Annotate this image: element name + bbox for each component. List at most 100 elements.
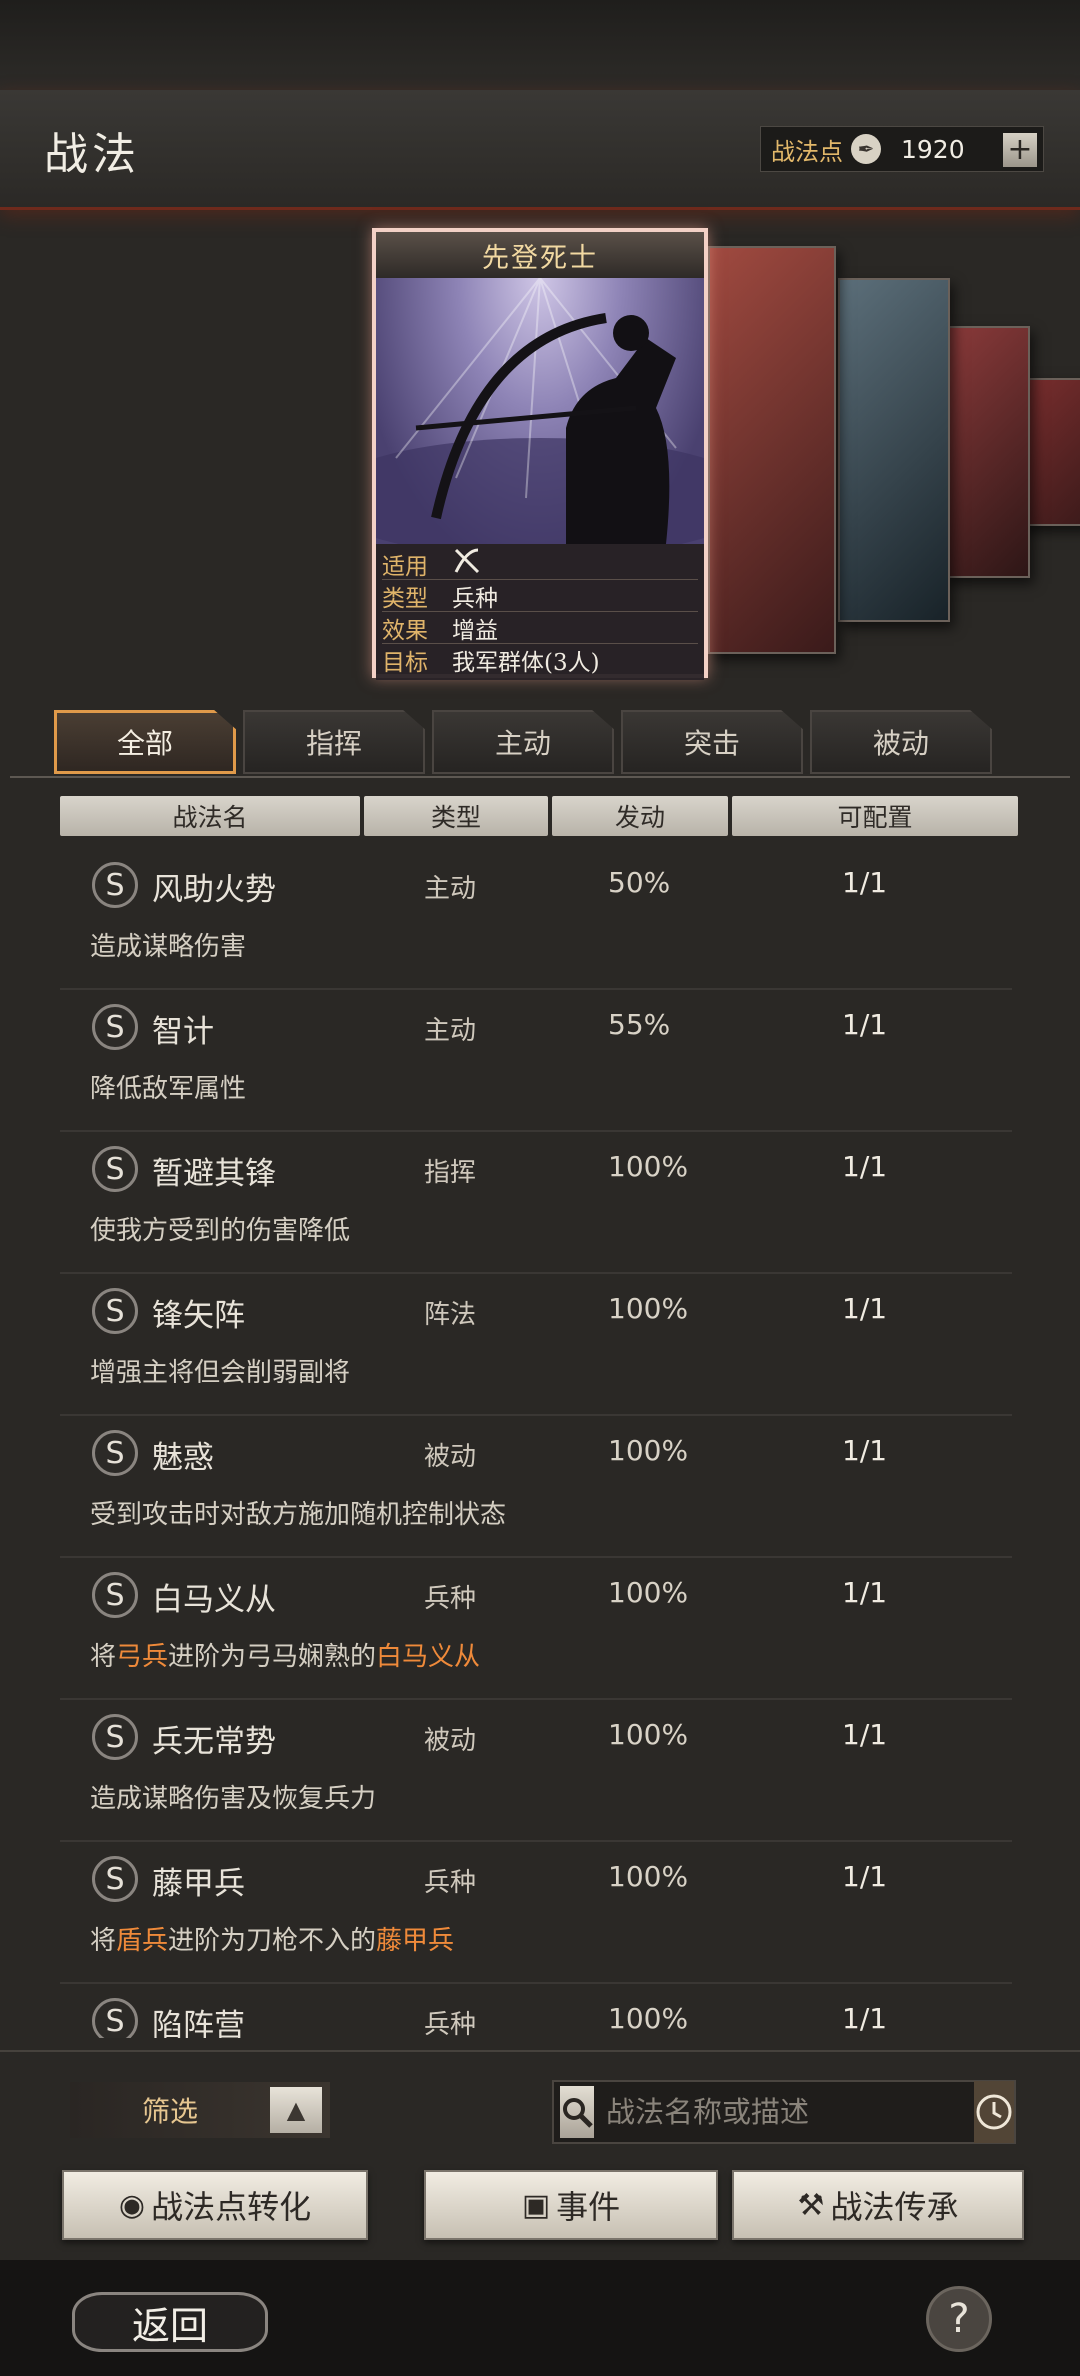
tactic-name: 风助火势 <box>152 872 276 908</box>
tactic-row[interactable]: S 智计 主动 55% 1/1 降低敌军属性 <box>60 990 1012 1132</box>
card-stack: 先登死士 适用 类型 兵种 效果 增益 目标 我军群体(3人) <box>0 220 1080 690</box>
info-key: 效果 <box>382 617 428 644</box>
tab-assault[interactable]: 突击 <box>621 710 803 774</box>
archer-silhouette <box>376 278 704 544</box>
divider <box>0 2050 1080 2052</box>
header: 战法 战法点 ✒ 1920 + <box>0 90 1080 210</box>
column-header-slots[interactable]: 可配置 <box>732 796 1018 836</box>
tactic-name: 暂避其锋 <box>152 1156 276 1192</box>
back-card[interactable] <box>944 326 1030 578</box>
tactic-row[interactable]: S 兵无常势 被动 100% 1/1 造成谋略伤害及恢复兵力 <box>60 1700 1012 1842</box>
tactic-row[interactable]: S 暂避其锋 指挥 100% 1/1 使我方受到的伤害降低 <box>60 1132 1012 1274</box>
tactic-row[interactable]: S 白马义从 兵种 100% 1/1 将弓兵进阶为弓马娴熟的白马义从 <box>60 1558 1012 1700</box>
grade-badge: S <box>92 1004 138 1050</box>
clock-icon[interactable] <box>974 2081 1014 2143</box>
filter-control[interactable]: 筛选 ▲ <box>70 2082 330 2138</box>
tactic-rate: 100% <box>608 1150 689 1183</box>
search-input[interactable] <box>594 2086 974 2138</box>
info-value: 兵种 <box>452 585 498 612</box>
tab-all[interactable]: 全部 <box>54 710 236 774</box>
triangle-up-icon[interactable]: ▲ <box>270 2087 322 2133</box>
tactic-rate: 100% <box>608 1718 689 1751</box>
card-artwork <box>376 278 704 544</box>
tactic-slots: 1/1 <box>842 1150 888 1183</box>
search-box <box>552 2080 1016 2144</box>
info-key: 类型 <box>382 585 428 612</box>
divider <box>10 776 1070 778</box>
back-card[interactable] <box>708 246 836 654</box>
page-title: 战法 <box>44 129 140 180</box>
description-text: 进阶为弓马娴熟的 <box>168 1642 377 1672</box>
description-highlight: 盾兵 <box>116 1926 169 1956</box>
back-card[interactable] <box>838 278 950 622</box>
tactic-description: 受到攻击时对敌方施加随机控制状态 <box>90 1494 506 1531</box>
tactic-slots: 1/1 <box>842 1860 888 1893</box>
column-header-rate[interactable]: 发动 <box>552 796 728 836</box>
description-text: 使我方受到的伤害降低 <box>90 1216 351 1246</box>
notice-icon: ▣ <box>521 2187 551 2223</box>
tactic-slots: 1/1 <box>842 1292 888 1325</box>
grade-badge: S <box>92 1572 138 1618</box>
tactic-rate: 100% <box>608 1576 689 1609</box>
tactic-description: 造成谋略伤害 <box>90 926 246 963</box>
column-header-name[interactable]: 战法名 <box>60 796 360 836</box>
convert-points-button[interactable]: ◉ 战法点转化 <box>62 2170 368 2240</box>
tab-active[interactable]: 主动 <box>432 710 614 774</box>
footer: 返回 ? <box>0 2260 1080 2376</box>
help-button[interactable]: ? <box>926 2286 992 2352</box>
tactic-type: 阵法 <box>424 1300 477 1330</box>
tactic-row[interactable]: S 锋矢阵 阵法 100% 1/1 增强主将但会削弱副将 <box>60 1274 1012 1416</box>
points-label: 战法点 <box>771 137 843 166</box>
add-points-button[interactable]: + <box>1003 133 1037 167</box>
description-text: 将 <box>90 1926 117 1956</box>
convert-label: 战法点转化 <box>151 2188 312 2226</box>
crossed-bow-icon <box>452 546 482 582</box>
grade-badge: S <box>92 1714 138 1760</box>
tactic-row[interactable]: S 藤甲兵 兵种 100% 1/1 将盾兵进阶为刀枪不入的藤甲兵 <box>60 1842 1012 1984</box>
description-highlight: 弓兵 <box>116 1642 169 1672</box>
tactic-type: 被动 <box>424 1726 477 1756</box>
category-tabs: 全部 指挥 主动 突击 被动 <box>54 710 1004 776</box>
tactic-description: 增强主将但会削弱副将 <box>90 1352 350 1389</box>
tactic-row[interactable]: S 魅惑 被动 100% 1/1 受到攻击时对敌方施加随机控制状态 <box>60 1416 1012 1558</box>
tactic-type: 兵种 <box>424 1584 477 1614</box>
tactic-name: 锋矢阵 <box>152 1298 245 1334</box>
description-text: 造成谋略伤害及恢复兵力 <box>90 1784 377 1814</box>
feather-icon: ✒ <box>851 134 881 164</box>
tactic-type: 主动 <box>424 1016 477 1046</box>
featured-tactic-card[interactable]: 先登死士 适用 类型 兵种 效果 增益 目标 我军群体(3人) <box>372 228 708 680</box>
tactic-list[interactable]: S 风助火势 主动 50% 1/1 造成谋略伤害 S 智计 主动 55% 1/1… <box>60 848 1012 2038</box>
tab-command[interactable]: 指挥 <box>243 710 425 774</box>
tactic-slots: 1/1 <box>842 1576 888 1609</box>
tactic-description: 造成谋略伤害及恢复兵力 <box>90 1778 376 1815</box>
tactic-row[interactable]: S 陷阵营 兵种 100% 1/1 <box>60 1984 1012 2038</box>
column-header-type[interactable]: 类型 <box>364 796 548 836</box>
tactic-description: 降低敌军属性 <box>90 1068 246 1105</box>
info-row-applies: 适用 <box>382 548 698 580</box>
top-decoration <box>0 0 1080 90</box>
tactic-type: 兵种 <box>424 2010 477 2038</box>
tactic-type: 主动 <box>424 874 477 904</box>
tactic-row[interactable]: S 风助火势 主动 50% 1/1 造成谋略伤害 <box>60 848 1012 990</box>
inherit-button[interactable]: ⚒ 战法传承 <box>732 2170 1024 2240</box>
tactic-slots: 1/1 <box>842 1008 888 1041</box>
description-text: 造成谋略伤害 <box>90 932 247 962</box>
tab-passive[interactable]: 被动 <box>810 710 992 774</box>
tactic-name: 智计 <box>152 1014 214 1050</box>
tactic-name: 陷阵营 <box>152 2008 245 2038</box>
tactic-description: 将盾兵进阶为刀枪不入的藤甲兵 <box>90 1920 454 1957</box>
tactic-points-box: 战法点 ✒ 1920 + <box>760 126 1044 172</box>
tactic-slots: 1/1 <box>842 2002 888 2035</box>
tactic-rate: 50% <box>608 866 671 899</box>
description-text: 进阶为刀枪不入的 <box>168 1926 377 1956</box>
magnifier-icon[interactable] <box>560 2086 594 2138</box>
card-title: 先登死士 <box>376 232 704 278</box>
grade-badge: S <box>92 1856 138 1902</box>
tactic-name: 白马义从 <box>152 1582 276 1618</box>
description-highlight: 白马义从 <box>376 1642 481 1672</box>
back-button[interactable]: 返回 <box>72 2292 268 2352</box>
tactic-slots: 1/1 <box>842 1718 888 1751</box>
filter-label[interactable]: 筛选 <box>70 2090 270 2130</box>
tactic-slots: 1/1 <box>842 1434 888 1467</box>
event-button[interactable]: ▣ 事件 <box>424 2170 718 2240</box>
